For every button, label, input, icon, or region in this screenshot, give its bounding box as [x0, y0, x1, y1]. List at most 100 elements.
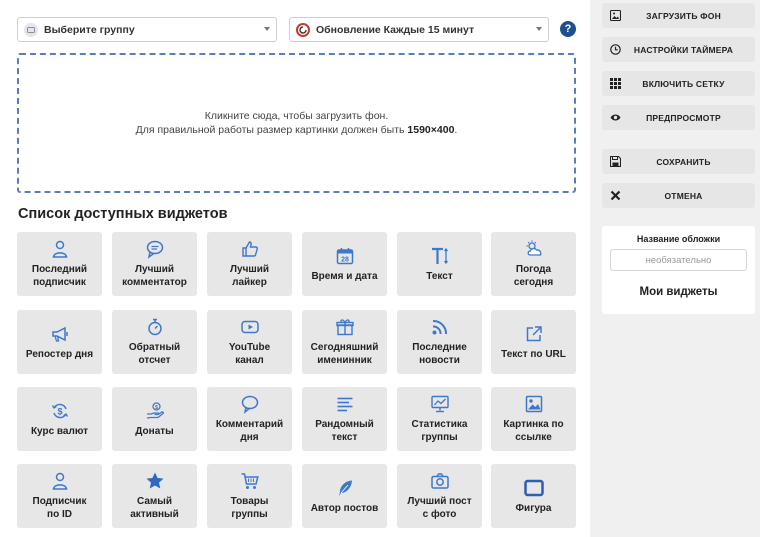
- widget-tile[interactable]: Последние новости: [397, 310, 482, 374]
- dropzone-line2: Для правильной работы размер картинки до…: [135, 124, 458, 136]
- editor-main: Выберите группу Обновление Каждые 15 мин…: [0, 0, 590, 537]
- widget-label: Курс валют: [30, 425, 89, 437]
- widget-tile[interactable]: Лучший пост с фото: [397, 464, 482, 528]
- stats-icon: [430, 395, 449, 413]
- widget-tile[interactable]: YouTube канал: [207, 310, 292, 374]
- widget-tile[interactable]: Картинка по ссылке: [491, 387, 576, 451]
- background-dropzone[interactable]: Кликните сюда, чтобы загрузить фон. Для …: [17, 53, 576, 193]
- widget-label: Самый активный: [130, 496, 179, 520]
- widget-tile[interactable]: 28 Время и дата: [302, 232, 387, 296]
- preview-button[interactable]: ПРЕДПРОСМОТР: [602, 105, 755, 130]
- comment-icon: [146, 240, 163, 259]
- upload-background-button[interactable]: ЗАГРУЗИТЬ ФОН: [602, 3, 755, 28]
- widget-label: Картинка по ссылке: [503, 419, 564, 443]
- widget-label: Репостер дня: [25, 348, 94, 360]
- widget-tile[interactable]: Статистика группы: [397, 387, 482, 451]
- stopwatch-icon: [147, 318, 162, 336]
- help-icon[interactable]: ?: [560, 21, 576, 37]
- widget-tile[interactable]: $ Донаты: [112, 387, 197, 451]
- chevron-down-icon: [264, 27, 270, 31]
- widget-tile[interactable]: Фигура: [491, 464, 576, 528]
- camera-icon: [430, 473, 449, 489]
- button-label: ОТМЕНА: [664, 190, 703, 201]
- widget-label: YouTube канал: [228, 342, 271, 366]
- widget-label: Последний подписчик: [31, 264, 88, 288]
- youtube-icon: [240, 320, 259, 334]
- group-icon: [24, 22, 38, 37]
- widget-label: Товары группы: [230, 496, 269, 520]
- eye-icon: [610, 112, 621, 123]
- widget-label: Донаты: [135, 425, 174, 437]
- image-upload-icon: [610, 10, 621, 21]
- widget-tile[interactable]: Последний подписчик: [17, 232, 102, 296]
- widget-label: Рандомный текст: [315, 419, 374, 443]
- widget-tile[interactable]: Товары группы: [207, 464, 292, 528]
- clock-icon: [610, 44, 621, 55]
- thumbs-up-icon: [241, 241, 258, 257]
- button-label: СОХРАНИТЬ: [656, 156, 711, 167]
- widget-tile[interactable]: Рандомный текст: [302, 387, 387, 451]
- cover-panel: Название обложки Мои виджеты: [602, 226, 755, 314]
- text-icon: [431, 247, 448, 264]
- widget-label: Автор постов: [310, 502, 379, 514]
- widget-tile[interactable]: Лучший комментатор: [112, 232, 197, 296]
- dropzone-size: 1590×400: [407, 124, 455, 136]
- widget-label: Лучший пост с фото: [407, 496, 472, 520]
- cover-name-input[interactable]: [610, 249, 747, 271]
- widget-tile[interactable]: Репостер дня: [17, 310, 102, 374]
- svg-text:$: $: [154, 405, 157, 411]
- button-label: ПРЕДПРОСМОТР: [646, 112, 721, 123]
- gift-icon: [335, 319, 354, 336]
- timer-select[interactable]: Обновление Каждые 15 минут: [289, 17, 549, 42]
- cover-title: Название обложки: [636, 234, 721, 244]
- widget-tile[interactable]: Погода сегодня: [491, 232, 576, 296]
- widgets-title: Список доступных виджетов: [18, 206, 228, 222]
- toggle-grid-button[interactable]: ВКЛЮЧИТЬ СЕТКУ: [602, 71, 755, 96]
- group-select[interactable]: Выберите группу: [17, 17, 277, 42]
- widget-tile[interactable]: Автор постов: [302, 464, 387, 528]
- widget-label: Текст: [426, 270, 453, 282]
- svg-text:28: 28: [341, 256, 349, 263]
- widget-label: Сегодняшний именинник: [310, 342, 379, 366]
- button-label: ЗАГРУЗИТЬ ФОН: [646, 10, 721, 21]
- group-select-label: Выберите группу: [44, 23, 135, 36]
- timer-settings-button[interactable]: НАСТРОЙКИ ТАЙМЕРА: [602, 37, 755, 62]
- calendar-icon: 28: [336, 247, 353, 264]
- button-label: НАСТРОЙКИ ТАЙМЕРА: [633, 44, 734, 55]
- widget-tile[interactable]: Текст: [397, 232, 482, 296]
- external-link-icon: [526, 325, 542, 341]
- user-id-icon: [52, 472, 67, 490]
- widget-label: Подписчик по ID: [32, 496, 87, 520]
- grid-icon: [610, 78, 621, 89]
- cover-editor: Выберите группу Обновление Каждые 15 мин…: [0, 0, 760, 537]
- widget-tile[interactable]: Обратный отсчет: [112, 310, 197, 374]
- dropzone-line1: Кликните сюда, чтобы загрузить фон.: [204, 110, 389, 122]
- megaphone-icon: [51, 326, 68, 342]
- image-icon: [525, 395, 542, 413]
- text-lines-icon: [337, 397, 352, 412]
- widget-tile[interactable]: Лучший лайкер: [207, 232, 292, 296]
- rss-icon: [432, 319, 447, 335]
- widget-label: Текст по URL: [501, 348, 566, 360]
- widget-label: Фигура: [515, 502, 552, 514]
- widget-label: Комментарий дня: [215, 419, 284, 443]
- cart-icon: [241, 473, 259, 489]
- timer-icon: [296, 22, 310, 37]
- comment-bubble-icon: [241, 395, 258, 414]
- widget-tile[interactable]: $ Курс валют: [17, 387, 102, 451]
- svg-text:$: $: [57, 406, 62, 416]
- widget-label: Погода сегодня: [513, 264, 554, 288]
- save-button[interactable]: СОХРАНИТЬ: [602, 149, 755, 174]
- widget-tile[interactable]: Текст по URL: [491, 310, 576, 374]
- widget-tile[interactable]: Самый активный: [112, 464, 197, 528]
- widget-label: Последние новости: [412, 342, 467, 366]
- widget-tile[interactable]: Комментарий дня: [207, 387, 292, 451]
- my-widgets-heading: Мои виджеты: [639, 286, 718, 298]
- weather-icon: [526, 240, 541, 256]
- user-icon: [52, 240, 67, 258]
- widget-tile[interactable]: Сегодняшний именинник: [302, 310, 387, 374]
- button-label: ВКЛЮЧИТЬ СЕТКУ: [642, 78, 725, 89]
- cancel-button[interactable]: ОТМЕНА: [602, 183, 755, 208]
- widget-tile[interactable]: Подписчик по ID: [17, 464, 102, 528]
- donate-icon: $: [146, 401, 164, 419]
